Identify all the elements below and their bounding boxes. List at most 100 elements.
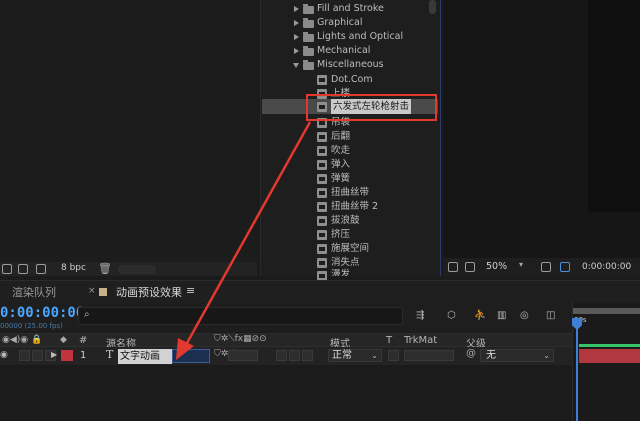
preset-label: 施展空间 bbox=[331, 243, 370, 254]
switch-box[interactable] bbox=[228, 350, 258, 361]
tab-effects-presets[interactable]: 动画预设效果 bbox=[116, 284, 182, 300]
preset-label: 后翻 bbox=[331, 131, 351, 142]
preset-label: 拔浪鼓 bbox=[331, 215, 360, 226]
region-of-interest-icon[interactable] bbox=[560, 262, 570, 272]
chevron-down-icon: ⌄ bbox=[543, 351, 550, 360]
draft-3d-icon[interactable]: ⬡ bbox=[447, 310, 456, 321]
parent-value: 无 bbox=[486, 350, 496, 361]
pickwhip-icon[interactable]: @ bbox=[466, 348, 476, 359]
layer-label-color[interactable] bbox=[61, 350, 73, 361]
composition-toolbar: 50% ▾ 0:00:00:00 bbox=[443, 258, 640, 276]
layer-number: 1 bbox=[80, 350, 87, 361]
graph-editor-icon[interactable]: ◫ bbox=[546, 310, 555, 321]
folder-label: Lights and Optical bbox=[317, 31, 404, 42]
folder-icon bbox=[303, 46, 314, 56]
solo-toggle[interactable] bbox=[32, 350, 43, 361]
preset-icon bbox=[317, 146, 327, 156]
timeline-timecode[interactable]: 0:00:00:00 bbox=[0, 305, 84, 321]
eye-icon[interactable]: ◉ bbox=[0, 350, 8, 360]
project-scrollbar[interactable] bbox=[118, 265, 156, 274]
preset-icon bbox=[317, 230, 327, 240]
chevron-right-icon bbox=[294, 48, 299, 54]
folder-icon bbox=[303, 60, 314, 70]
composition-viewer bbox=[588, 0, 640, 212]
preset-label: 扭曲丝带 bbox=[331, 187, 370, 198]
interpret-footage-icon[interactable] bbox=[2, 264, 12, 274]
preset-label: 弹入 bbox=[331, 159, 351, 170]
trash-icon[interactable]: 🗑 bbox=[98, 262, 112, 275]
folder-label: Mechanical bbox=[317, 45, 371, 56]
switch-box[interactable] bbox=[289, 350, 300, 361]
close-icon[interactable]: × bbox=[88, 286, 96, 296]
always-preview-icon[interactable] bbox=[448, 262, 458, 272]
preset-icon bbox=[317, 216, 327, 226]
preset-label: 扭曲丝带 2 bbox=[331, 201, 379, 212]
timecode-frames-label: 00000 (25.00 fps) bbox=[0, 322, 63, 330]
switch-box[interactable] bbox=[276, 350, 287, 361]
parent-select[interactable]: 无 ⌄ bbox=[480, 349, 554, 362]
preset-icon bbox=[317, 188, 327, 198]
preset-icon bbox=[317, 160, 327, 170]
chevron-right-icon bbox=[294, 6, 299, 12]
panel-tab-bar bbox=[0, 280, 640, 302]
effects-scrollbar[interactable] bbox=[429, 0, 436, 14]
switches-icons: ⛉✲⟍fx▦⊘⊙ bbox=[214, 334, 267, 344]
frame-blending-icon[interactable]: ▥ bbox=[497, 310, 506, 321]
shy-layers-icon[interactable]: ⛹ bbox=[474, 310, 486, 321]
layer-name-selection bbox=[172, 349, 210, 363]
chevron-right-icon bbox=[294, 20, 299, 26]
project-toolbar: 8 bpc 🗑 bbox=[0, 262, 257, 276]
preset-icon bbox=[317, 75, 327, 85]
new-folder-icon[interactable] bbox=[18, 264, 28, 274]
preset-icon bbox=[317, 258, 327, 268]
chevron-down-icon: ▾ bbox=[519, 260, 524, 269]
work-area-bar[interactable] bbox=[573, 308, 640, 314]
switch-box[interactable] bbox=[302, 350, 313, 361]
expand-arrow-icon[interactable]: ▶ bbox=[51, 350, 57, 359]
col-header-t[interactable]: T bbox=[386, 335, 392, 346]
mode-value: 正常 bbox=[332, 350, 352, 361]
col-header-number[interactable]: # bbox=[79, 335, 87, 346]
motion-blur-icon[interactable]: ◎ bbox=[520, 310, 529, 321]
preset-label: 弹簧 bbox=[331, 173, 351, 184]
text-layer-icon: T bbox=[106, 348, 114, 361]
trkmat-select[interactable] bbox=[404, 350, 454, 361]
audio-toggle[interactable] bbox=[19, 350, 30, 361]
preset-icon bbox=[317, 174, 327, 184]
comp-mini-flowchart-icon[interactable]: ⇶ bbox=[416, 310, 424, 321]
render-cache-bar bbox=[579, 344, 640, 347]
av-features-icons: ◉◀)◉ 🔒 bbox=[2, 335, 43, 345]
col-header-trkmat[interactable]: TrkMat bbox=[404, 335, 437, 346]
new-comp-icon[interactable] bbox=[36, 264, 46, 274]
preset-label: 吹走 bbox=[331, 145, 351, 156]
tab-render-queue[interactable]: 渲染队列 bbox=[12, 284, 56, 300]
preset-icon bbox=[317, 244, 327, 254]
playhead-line bbox=[576, 318, 578, 421]
comp-timecode[interactable]: 0:00:00:00 bbox=[582, 262, 631, 272]
folder-icon bbox=[303, 32, 314, 42]
layer-duration-bar[interactable] bbox=[579, 349, 640, 363]
tab-menu-icon[interactable]: ≡ bbox=[186, 284, 195, 297]
bpc-label[interactable]: 8 bpc bbox=[61, 263, 86, 273]
layer-name-input[interactable]: 文字动画 bbox=[118, 349, 172, 364]
zoom-select[interactable]: 50% bbox=[486, 261, 507, 272]
preserve-transparency-toggle[interactable] bbox=[388, 350, 399, 361]
label-icon: ◆ bbox=[60, 335, 67, 345]
mode-select[interactable]: 正常 ⌄ bbox=[328, 349, 382, 362]
project-panel bbox=[0, 0, 257, 262]
search-icon: ⌕ bbox=[84, 309, 90, 320]
tab-color-swatch bbox=[99, 288, 107, 296]
snapshot-icon[interactable] bbox=[541, 262, 551, 272]
folder-label: Graphical bbox=[317, 17, 363, 28]
chevron-down-icon bbox=[293, 63, 299, 68]
folder-icon bbox=[303, 18, 314, 28]
chevron-right-icon bbox=[294, 34, 299, 40]
monitor-icon[interactable] bbox=[465, 262, 475, 272]
chevron-down-icon: ⌄ bbox=[371, 351, 378, 360]
preset-label: 漫发 bbox=[331, 269, 351, 276]
timeline-search-input[interactable]: ⌕ bbox=[78, 307, 403, 325]
preset-label: Dot.Com bbox=[331, 74, 373, 85]
folder-icon bbox=[303, 4, 314, 14]
preset-label: 挤压 bbox=[331, 229, 351, 240]
preset-icon bbox=[317, 202, 327, 212]
